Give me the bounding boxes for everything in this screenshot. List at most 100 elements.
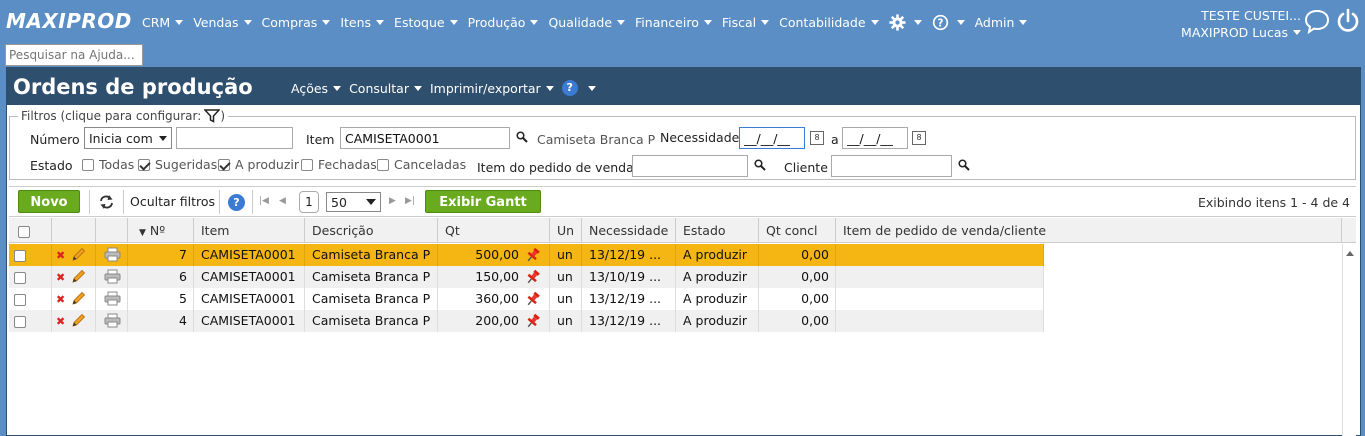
header-estado[interactable]: Estado	[676, 218, 759, 243]
delete-icon[interactable]: ✖	[56, 289, 65, 310]
header-necessidade[interactable]: Necessidade	[582, 218, 676, 243]
state-label: A produzir	[235, 157, 300, 172]
menu-financeiro[interactable]: Financeiro	[635, 14, 712, 31]
vertical-scrollbar[interactable]	[1342, 244, 1356, 436]
menu-compras[interactable]: Compras	[262, 14, 331, 31]
page-number[interactable]: 1	[299, 191, 319, 213]
menu-estoque[interactable]: Estoque	[394, 14, 458, 31]
header-descricao[interactable]: Descrição	[305, 218, 438, 243]
app-logo[interactable]: MAXIPROD	[6, 9, 132, 33]
checkbox[interactable]	[218, 158, 230, 171]
search-icon[interactable]	[754, 159, 766, 171]
table-row[interactable]: ✖ 5 CAMISETA0001 Camiseta Branca P 360,00 un 1…	[9, 288, 1044, 310]
chat-icon[interactable]	[1304, 8, 1330, 34]
row-select-cell	[9, 266, 52, 288]
header-item[interactable]: Item	[194, 218, 305, 243]
pager-first[interactable]: |◀	[259, 196, 269, 206]
cell-num: 5	[128, 288, 194, 310]
checkbox[interactable]	[138, 158, 150, 171]
delete-icon[interactable]: ✖	[56, 267, 65, 288]
header-num[interactable]: ▼ Nº	[128, 218, 194, 243]
checkbox[interactable]	[377, 158, 389, 171]
table-row[interactable]: ✖ 7 CAMISETA0001 Camiseta Branca P 500,00 un 1…	[9, 244, 1044, 266]
user-menu[interactable]: TESTE CUSTEI... MAXIPROD Lucas	[1181, 7, 1301, 41]
header-qt[interactable]: Qt	[438, 218, 550, 243]
state-sugeridas[interactable]: Sugeridas	[138, 157, 217, 172]
pager-next[interactable]: ▶	[389, 196, 396, 206]
row-checkbox[interactable]	[14, 271, 26, 284]
help-search-input[interactable]	[5, 44, 143, 66]
table-row[interactable]: ✖ 4 CAMISETA0001 Camiseta Branca P 200,00 un 1…	[9, 310, 1044, 332]
print-icon[interactable]	[104, 269, 121, 284]
row-print-cell	[96, 266, 128, 288]
state-canceladas[interactable]: Canceladas	[377, 157, 466, 172]
state-todas[interactable]: Todas	[82, 157, 134, 172]
menu-fiscal[interactable]: Fiscal	[722, 14, 770, 31]
menu-imprimir-exportar[interactable]: Imprimir/exportar	[430, 80, 554, 96]
delete-icon[interactable]: ✖	[56, 311, 65, 332]
edit-icon[interactable]	[71, 313, 86, 328]
page-help[interactable]: ?	[561, 80, 596, 96]
new-button[interactable]: Novo	[18, 190, 80, 213]
edit-icon[interactable]	[71, 247, 86, 262]
menu-label: Produção	[467, 15, 526, 30]
pin-icon[interactable]	[525, 313, 541, 329]
edit-icon[interactable]	[71, 269, 86, 284]
pin-icon[interactable]	[525, 269, 541, 285]
menu-help[interactable]: ?	[932, 14, 965, 31]
menu-acoes[interactable]: Ações	[291, 80, 342, 96]
numero-input[interactable]	[176, 127, 293, 149]
print-icon[interactable]	[104, 291, 121, 306]
cell-pedido	[836, 266, 1044, 288]
state-fechadas[interactable]: Fechadas	[301, 157, 377, 172]
filters-legend[interactable]: Filtros (clique para configurar: )	[18, 109, 228, 123]
pager-last[interactable]: ▶|	[405, 196, 415, 206]
cell-value: CAMISETA0001	[201, 269, 296, 284]
state-a-produzir[interactable]: A produzir	[218, 157, 299, 172]
scroll-up-icon[interactable]	[1346, 251, 1354, 256]
pin-icon[interactable]	[525, 247, 541, 263]
menu-contabilidade[interactable]: Contabilidade	[779, 14, 879, 31]
refresh-icon[interactable]	[98, 194, 115, 210]
hide-filters-button[interactable]: Ocultar filtros	[130, 194, 215, 209]
print-icon[interactable]	[104, 247, 121, 262]
table-row[interactable]: ✖ 6 CAMISETA0001 Camiseta Branca P 150,00 un 1…	[9, 266, 1044, 288]
gantt-button[interactable]: Exibir Gantt	[425, 190, 541, 213]
menu-itens[interactable]: Itens	[340, 14, 385, 31]
header-un[interactable]: Un	[550, 218, 582, 243]
checkbox[interactable]	[82, 158, 94, 171]
pedido-input[interactable]	[632, 155, 748, 177]
menu-consultar[interactable]: Consultar	[349, 80, 422, 96]
row-checkbox[interactable]	[14, 293, 26, 306]
menu-settings[interactable]	[888, 14, 922, 31]
header-qt-concl[interactable]: Qt concl	[759, 218, 836, 243]
date-to-input[interactable]	[842, 127, 908, 149]
pin-icon[interactable]	[525, 291, 541, 307]
search-icon[interactable]	[958, 159, 970, 171]
help-icon[interactable]: ?	[228, 194, 245, 211]
checkbox[interactable]	[301, 158, 313, 171]
edit-icon[interactable]	[71, 291, 86, 306]
row-checkbox[interactable]	[14, 315, 26, 328]
select-all-checkbox[interactable]	[18, 225, 30, 238]
menu-producao[interactable]: Produção	[468, 14, 539, 31]
pager-prev[interactable]: ◀	[279, 196, 286, 206]
delete-icon[interactable]: ✖	[56, 245, 65, 266]
menu-vendas[interactable]: Vendas	[193, 14, 252, 31]
date-from-input[interactable]	[739, 127, 805, 149]
power-icon[interactable]	[1336, 8, 1360, 34]
menu-crm[interactable]: CRM	[142, 14, 184, 31]
search-icon[interactable]	[516, 131, 528, 143]
cliente-input[interactable]	[831, 155, 952, 177]
calendar-icon[interactable]: 8	[810, 131, 824, 145]
item-input[interactable]	[340, 127, 510, 149]
menu-admin[interactable]: Admin	[975, 14, 1028, 31]
print-icon[interactable]	[104, 313, 121, 328]
cell-value: CAMISETA0001	[201, 313, 296, 328]
calendar-icon[interactable]: 8	[912, 131, 926, 145]
page-size-select[interactable]: 50	[326, 192, 381, 212]
numero-mode-select[interactable]: Inicia com	[84, 127, 172, 149]
menu-qualidade[interactable]: Qualidade	[548, 14, 626, 31]
header-pedido[interactable]: Item de pedido de venda/cliente	[836, 218, 1342, 243]
row-checkbox[interactable]	[14, 249, 26, 262]
